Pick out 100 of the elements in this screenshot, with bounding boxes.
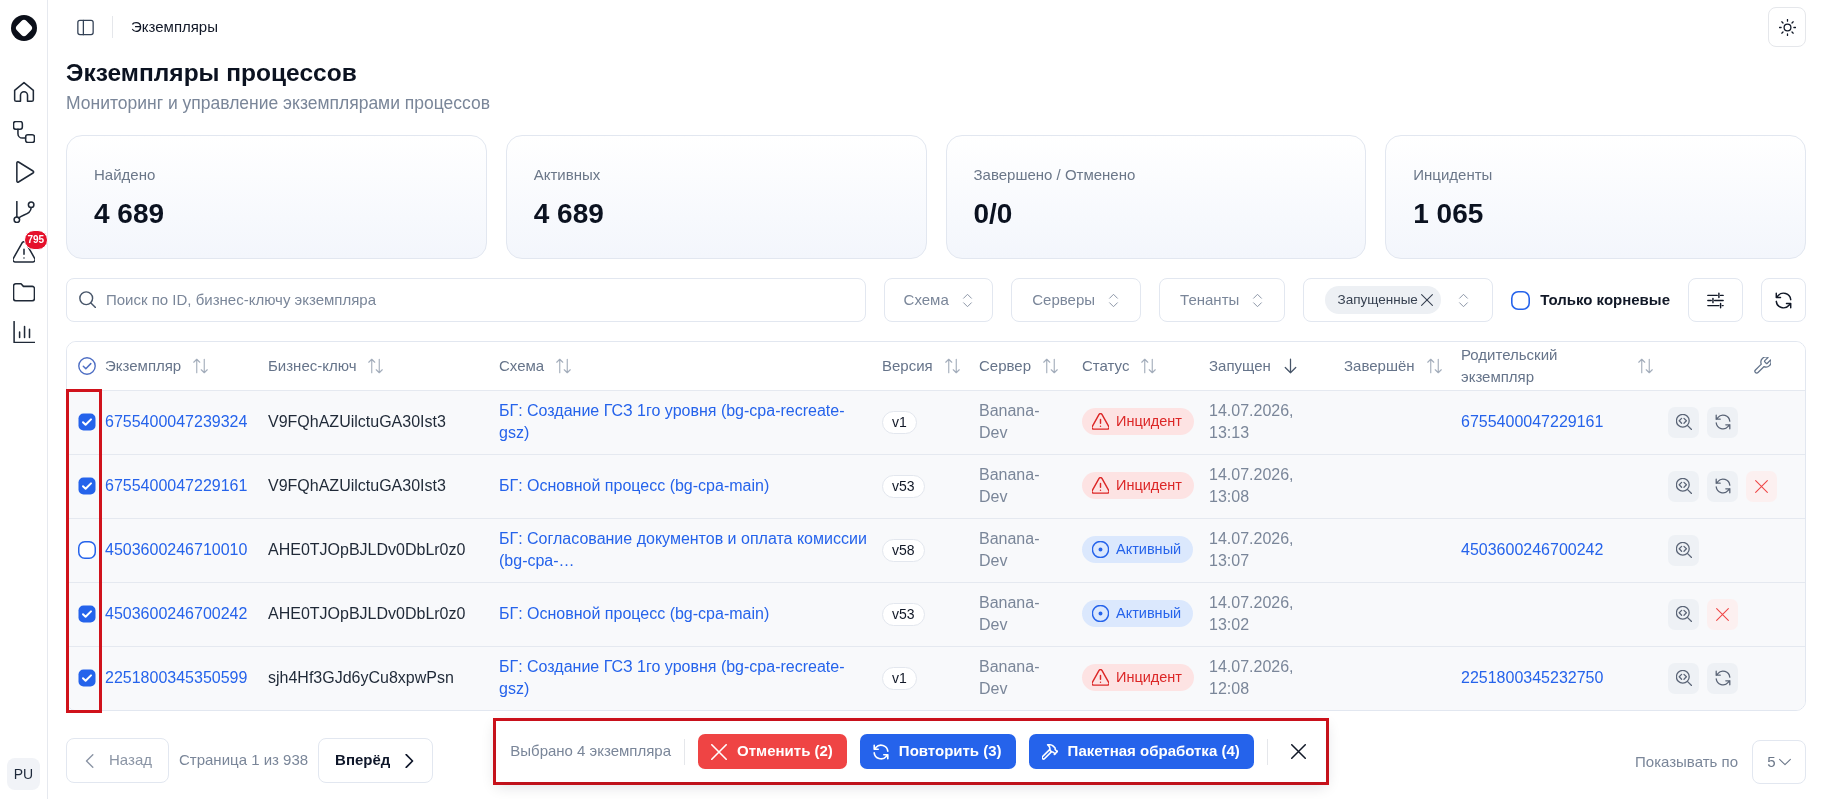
refresh-button[interactable] [1761,278,1806,322]
bulk-cancel-button[interactable]: Отменить (2) [698,734,847,769]
column-header[interactable]: Бизнес-ключ [268,354,357,377]
cancel-button[interactable] [1746,470,1777,502]
inspect-button[interactable] [1668,534,1699,566]
inspect-button[interactable] [1668,598,1699,630]
status-label: Активный [1116,540,1182,559]
page-size-select[interactable]: 5 [1752,740,1806,784]
parent-instance-link[interactable]: 2251800345232750 [1461,669,1604,687]
code-search-icon [1675,542,1692,558]
bar-chart-icon[interactable] [12,321,35,343]
stat-label: Активных [533,165,601,185]
logo-icon[interactable] [10,15,37,41]
column-header[interactable]: Родительский экземпляр [1461,343,1626,388]
wrench-icon[interactable] [1754,357,1771,375]
inspect-button[interactable] [1668,406,1699,438]
branch-icon[interactable] [12,201,35,223]
close-icon [1716,607,1729,621]
home-icon[interactable] [12,81,35,103]
bulk-retry-button[interactable]: Повторить (3) [859,734,1016,769]
page-indicator: Страница 1 из 938 [179,750,309,771]
stat-value: 4 689 [533,198,604,230]
breadcrumb: Экземпляры [131,16,218,37]
cancel-button[interactable] [1707,598,1738,630]
refresh-icon [1714,670,1731,687]
root-only-checkbox[interactable] [1511,290,1531,310]
close-icon [711,743,728,760]
warning-icon [1092,669,1109,687]
checkbox-label: Только корневые [1540,289,1670,310]
start-time: 14.07.2026, 13:02 [1209,594,1294,633]
warning-icon [1092,477,1109,494]
retry-button[interactable] [1707,662,1738,694]
chevron-down-icon [1778,756,1791,768]
theme-toggle-button[interactable] [1768,7,1806,47]
retry-button[interactable] [1707,470,1738,502]
status-label: Инцидент [1116,668,1182,688]
warning-icon[interactable] [12,241,35,263]
target-icon [1092,605,1109,622]
code-search-icon [1675,414,1692,430]
batch-process-button[interactable]: Пакетная обработка (4) [1028,734,1254,769]
filter-settings-button[interactable] [1688,278,1743,322]
select-all-checkbox[interactable] [78,356,96,375]
parent-instance-link[interactable]: 6755400047229161 [1461,413,1604,430]
column-header[interactable]: Схема [499,354,545,377]
status-filter-dropdown[interactable]: Запущенные [1303,278,1494,322]
sort-down-icon[interactable] [1282,357,1298,374]
column-header[interactable]: Сервер [979,354,1031,377]
column-header[interactable]: Статус [1082,354,1130,377]
filter-dropdown[interactable]: Схема [884,278,994,322]
panel-icon [76,18,94,36]
server-name: Banana-Dev [979,466,1040,505]
business-key: V9FQhAZUilctuGA30Ist3 [268,413,446,430]
chip-label: Запущенные [1337,290,1418,309]
flow-diagram-icon[interactable] [12,121,35,143]
sliders-icon [1707,291,1724,309]
close-icon[interactable] [1420,294,1433,306]
folder-icon[interactable] [12,281,35,303]
next-page-button[interactable]: Вперёд [318,738,434,783]
version-tag: v53 [882,474,925,498]
warning-icon [1092,413,1109,430]
page-title: Экземпляры процессов [66,59,357,86]
inspect-button[interactable] [1668,470,1699,502]
hammer-icon [1041,743,1058,760]
code-search-icon [1675,606,1692,622]
column-header[interactable]: Запущен [1209,354,1271,377]
sun-icon [1778,18,1796,36]
start-time: 14.07.2026, 13:07 [1209,530,1294,569]
retry-button[interactable] [1707,406,1738,438]
parent-instance-link[interactable]: 4503600246700242 [1461,541,1604,558]
refresh-icon [1714,478,1731,494]
business-key: AHE0TJOpBJLDv0DbLr0z0 [268,541,466,558]
chevron-updown-icon [1456,292,1470,308]
refresh-icon [1775,291,1792,309]
version-tag: v1 [882,410,917,434]
close-icon [1290,744,1306,759]
start-time: 14.07.2026, 12:08 [1209,658,1294,698]
version-tag: v58 [882,538,925,562]
row-checkbox[interactable] [78,669,96,688]
version-tag: v1 [882,666,917,690]
column-header[interactable]: Экземпляр [105,354,182,377]
start-time: 14.07.2026, 13:13 [1209,402,1294,441]
column-header[interactable]: Завершён [1344,354,1415,377]
target-icon [1092,541,1109,558]
filter-dropdown[interactable]: Серверы [1011,278,1142,322]
row-checkbox[interactable] [78,477,96,495]
refresh-icon [1714,414,1731,430]
stat-label: Инциденты [1413,165,1493,185]
page-size-label: Показывать по [1635,751,1738,772]
column-header[interactable]: Версия [882,354,933,377]
user-avatar[interactable]: PU [7,758,40,790]
filter-dropdown[interactable]: Тенанты [1159,278,1286,322]
stat-label: Найдено [94,165,156,185]
start-time: 14.07.2026, 13:08 [1209,466,1294,505]
row-checkbox[interactable] [78,605,96,623]
row-checkbox[interactable] [78,541,96,559]
stat-value: 1 065 [1413,198,1484,230]
search-field[interactable]: Поиск по ID, бизнес-ключу экземпляра [66,278,867,322]
server-name: Banana-Dev [979,658,1040,698]
inspect-button[interactable] [1668,662,1699,694]
row-checkbox[interactable] [78,413,96,431]
